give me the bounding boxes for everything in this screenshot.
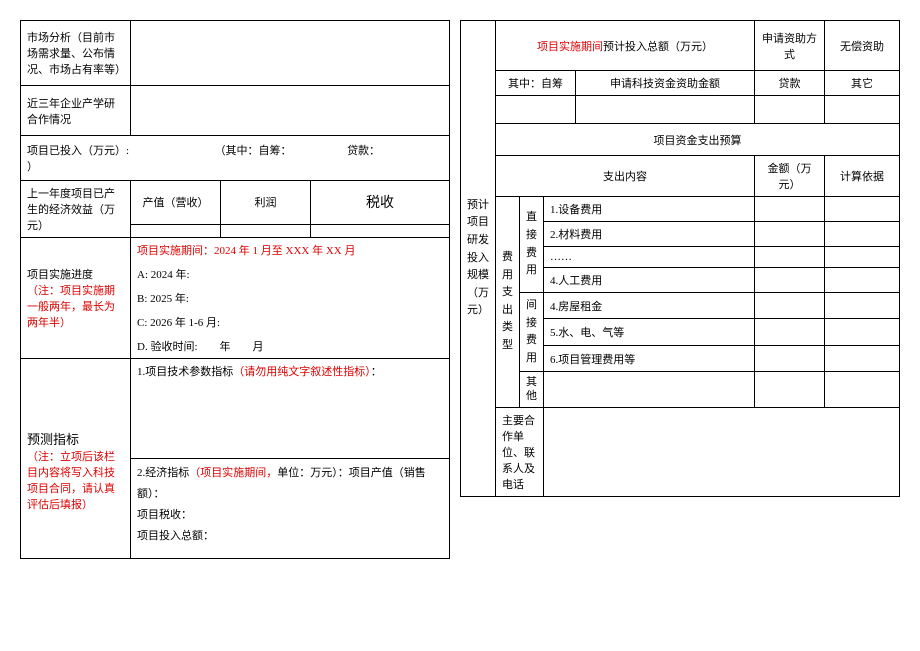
- d-line: D. 验收时间: 年 月: [131, 334, 450, 359]
- other-type: 其他: [520, 372, 544, 407]
- output-label: 产值（营收）: [131, 181, 221, 225]
- econ-tax: 项目税收：: [137, 509, 192, 521]
- invested-loan: 贷款：: [347, 145, 380, 157]
- lastyear-label: 上一年度项目已产生的经济效益（万元）: [21, 181, 131, 238]
- self-raised: 其中：自筹: [496, 71, 576, 96]
- item-mgmt: 6.项目管理费用等: [544, 345, 755, 371]
- item-house: 4.房屋租金: [544, 293, 755, 319]
- scale-label: 预计项目研发投入规模（万元）: [461, 21, 496, 497]
- forecast-note: （注：立项后该栏目内容将写入科技项目合同，请认真评估后填报）: [27, 451, 115, 511]
- invested-end: ）: [27, 161, 38, 173]
- item-2-basis[interactable]: [825, 222, 900, 247]
- item-utility-basis[interactable]: [825, 319, 900, 345]
- free-grant: 无偿资助: [825, 21, 900, 71]
- header-period: 项目实施期间: [537, 41, 603, 53]
- item-2: 2.材料费用: [544, 222, 755, 247]
- header-total: 预计投入总额（万元）: [603, 41, 713, 53]
- invested-mid: （其中：自筹：: [215, 145, 292, 157]
- budget-title: 项目资金支出预算: [496, 124, 900, 156]
- expense-type: 费用支出类型: [496, 197, 520, 408]
- item-mgmt-amount[interactable]: [755, 345, 825, 371]
- other-type-basis[interactable]: [825, 372, 900, 407]
- profit-label: 利润: [221, 181, 311, 225]
- expense-content: 支出内容: [496, 156, 755, 197]
- item-1-basis[interactable]: [825, 197, 900, 222]
- tech-idx-colon: ：: [371, 366, 382, 378]
- progress-cell: 项目实施进度 （注：项目实施期一般两年，最长为两年半）: [21, 238, 131, 359]
- coop-field[interactable]: [131, 86, 450, 136]
- loan-field[interactable]: [755, 96, 825, 124]
- econ-idx-label: 2.经济指标: [137, 467, 189, 479]
- progress-note: （注：项目实施期一般两年，最长为两年半）: [27, 285, 115, 329]
- period-label: 项目实施期间：2024 年 1 月至 XXX 年 XX 月: [131, 238, 450, 263]
- self-raised-field[interactable]: [496, 96, 576, 124]
- item-4: 4.人工费用: [544, 268, 755, 293]
- direct-label: 直接费用: [520, 197, 544, 293]
- item-4-amount[interactable]: [755, 268, 825, 293]
- item-utility: 5.水、电、气等: [544, 319, 755, 345]
- coop-label: 近三年企业产学研合作情况: [21, 86, 131, 136]
- other-type-content[interactable]: [544, 372, 755, 407]
- b-line: B: 2025 年:: [131, 286, 450, 310]
- amount: 金额（万元）: [755, 156, 825, 197]
- left-form-table: 市场分析（目前市场需求量、公布情况、市场占有率等） 近三年企业产学研合作情况 项…: [20, 20, 450, 559]
- invested-label: 项目已投入（万元）:: [27, 145, 129, 157]
- item-house-basis[interactable]: [825, 293, 900, 319]
- item-2-amount[interactable]: [755, 222, 825, 247]
- item-1: 1.设备费用: [544, 197, 755, 222]
- tech-idx-label: 1.项目技术参数指标: [137, 366, 233, 378]
- a-line: A: 2024 年:: [131, 262, 450, 286]
- market-analysis-field[interactable]: [131, 21, 450, 86]
- coop-unit-label: 主要合作单位、联系人及电话: [496, 407, 544, 496]
- forecast-cell: 预测指标 （注：立项后该栏目内容将写入科技项目合同，请认真评估后填报）: [21, 359, 131, 559]
- coop-unit-field[interactable]: [544, 407, 900, 496]
- item-1-amount[interactable]: [755, 197, 825, 222]
- header-total-cell: 项目实施期间预计投入总额（万元）: [496, 21, 755, 71]
- invested-row: 项目已投入（万元）: （其中：自筹： 贷款： ）: [21, 136, 450, 181]
- item-utility-amount[interactable]: [755, 319, 825, 345]
- item-dots-basis[interactable]: [825, 247, 900, 268]
- tech-idx-note: （请勿用纯文字叙述性指标）: [233, 366, 371, 378]
- basis: 计算依据: [825, 156, 900, 197]
- econ-idx-note: （项目实施期间，: [189, 467, 277, 479]
- tech-fund: 申请科技资金资助金额: [576, 71, 755, 96]
- forecast-label: 预测指标: [27, 432, 79, 447]
- econ-idx-cell[interactable]: 2.经济指标（项目实施期间，单位：万元）：项目产值（销售额）： 项目税收： 项目…: [131, 459, 450, 559]
- right-form-table: 预计项目研发投入规模（万元） 项目实施期间预计投入总额（万元） 申请资助方式 无…: [460, 20, 900, 497]
- fund-method: 申请资助方式: [755, 21, 825, 71]
- market-analysis-label: 市场分析（目前市场需求量、公布情况、市场占有率等）: [21, 21, 131, 86]
- profit-field[interactable]: [221, 224, 311, 238]
- loan: 贷款: [755, 71, 825, 96]
- progress-label: 项目实施进度: [27, 269, 93, 281]
- item-4-basis[interactable]: [825, 268, 900, 293]
- item-mgmt-basis[interactable]: [825, 345, 900, 371]
- other-field[interactable]: [825, 96, 900, 124]
- output-field[interactable]: [131, 224, 221, 238]
- other: 其它: [825, 71, 900, 96]
- tech-idx-cell[interactable]: 1.项目技术参数指标（请勿用纯文字叙述性指标）：: [131, 359, 450, 459]
- indirect-label: 间接费用: [520, 293, 544, 372]
- item-dots-amount[interactable]: [755, 247, 825, 268]
- tax-label: 税收: [311, 181, 450, 225]
- tech-fund-field[interactable]: [576, 96, 755, 124]
- c-line: C: 2026 年 1-6 月:: [131, 310, 450, 334]
- other-type-amount[interactable]: [755, 372, 825, 407]
- tax-field[interactable]: [311, 224, 450, 238]
- econ-total: 项目投入总额：: [137, 530, 214, 542]
- item-house-amount[interactable]: [755, 293, 825, 319]
- item-dots: ……: [544, 247, 755, 268]
